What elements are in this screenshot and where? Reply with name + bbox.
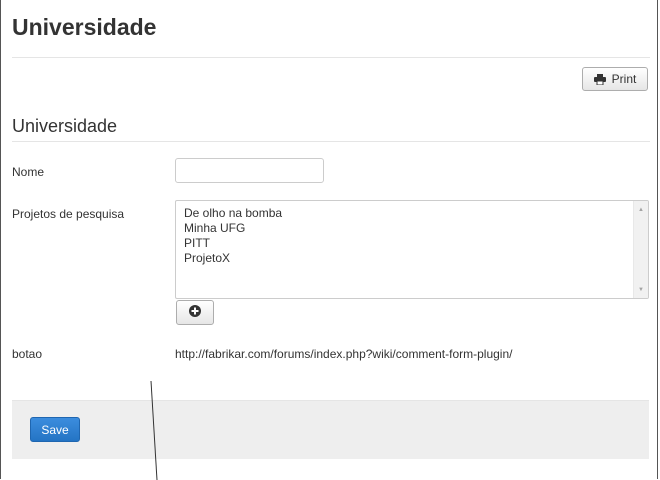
stray-line [150,380,158,480]
